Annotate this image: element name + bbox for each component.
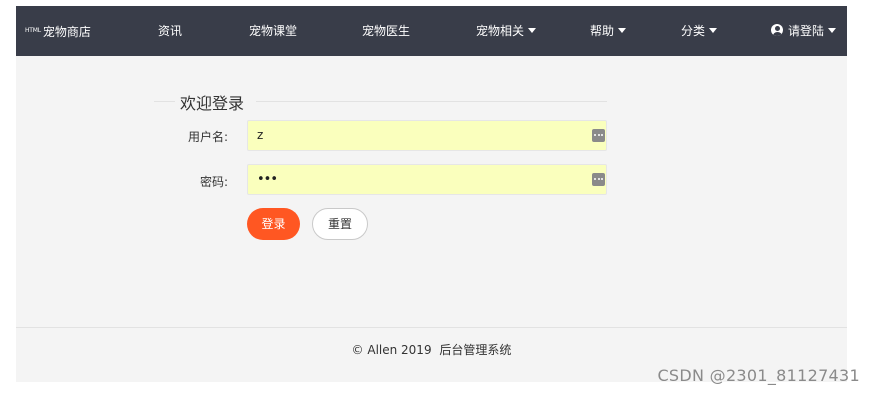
csdn-watermark: CSDN @2301_81127431 bbox=[657, 366, 860, 385]
caret-down-icon bbox=[528, 28, 537, 33]
nav-item-category[interactable]: 分类 bbox=[681, 6, 718, 56]
password-manager-key-icon[interactable] bbox=[592, 173, 605, 186]
password-label: 密码: bbox=[199, 175, 228, 189]
nav-item-label: 帮助 bbox=[590, 24, 615, 38]
nav-item-label: 宠物课堂 bbox=[249, 24, 298, 38]
password-value: ••• bbox=[257, 172, 278, 187]
footer-divider bbox=[16, 327, 847, 328]
top-navbar: HTML 宠物商店 资讯 宠物课堂 宠物医生 宠物相关 帮助 分类 请登陆 bbox=[16, 6, 847, 56]
nav-item-pet-related[interactable]: 宠物相关 bbox=[476, 6, 537, 56]
nav-item-help[interactable]: 帮助 bbox=[590, 6, 627, 56]
username-label: 用户名: bbox=[187, 130, 228, 144]
nav-item-label: 宠物相关 bbox=[476, 24, 525, 38]
nav-item-pet-doctor[interactable]: 宠物医生 bbox=[362, 6, 410, 56]
app-container: HTML 宠物商店 资讯 宠物课堂 宠物医生 宠物相关 帮助 分类 请登陆 欢迎登… bbox=[16, 6, 847, 382]
nav-item-label: 资讯 bbox=[158, 24, 183, 38]
footer-copyright: © Allen 2019 bbox=[351, 343, 432, 357]
nav-login-label: 请登陆 bbox=[788, 24, 825, 38]
brand-logo[interactable]: HTML 宠物商店 bbox=[25, 6, 91, 56]
caret-down-icon bbox=[828, 28, 837, 33]
user-circle-icon bbox=[771, 24, 783, 36]
footer: © Allen 2019 后台管理系统 bbox=[16, 341, 847, 358]
footer-system-name: 后台管理系统 bbox=[439, 343, 512, 357]
username-value: z bbox=[257, 128, 264, 142]
nav-item-label: 宠物医生 bbox=[362, 24, 411, 38]
login-button[interactable]: 登录 bbox=[247, 208, 300, 240]
reset-button[interactable]: 重置 bbox=[312, 208, 368, 240]
login-legend: 欢迎登录 bbox=[180, 94, 245, 113]
nav-item-pet-class[interactable]: 宠物课堂 bbox=[249, 6, 297, 56]
password-field[interactable]: ••• bbox=[247, 164, 607, 195]
html-badge: HTML bbox=[25, 27, 41, 34]
legend-divider-right bbox=[256, 101, 607, 102]
brand-name: 宠物商店 bbox=[42, 25, 91, 39]
nav-item-news[interactable]: 资讯 bbox=[158, 6, 182, 56]
username-field[interactable]: z bbox=[247, 120, 607, 151]
caret-down-icon bbox=[709, 28, 718, 33]
password-manager-key-icon[interactable] bbox=[592, 129, 605, 142]
nav-item-login[interactable]: 请登陆 bbox=[771, 6, 837, 56]
caret-down-icon bbox=[618, 28, 627, 33]
legend-divider-left bbox=[154, 101, 175, 102]
nav-item-label: 分类 bbox=[681, 24, 706, 38]
